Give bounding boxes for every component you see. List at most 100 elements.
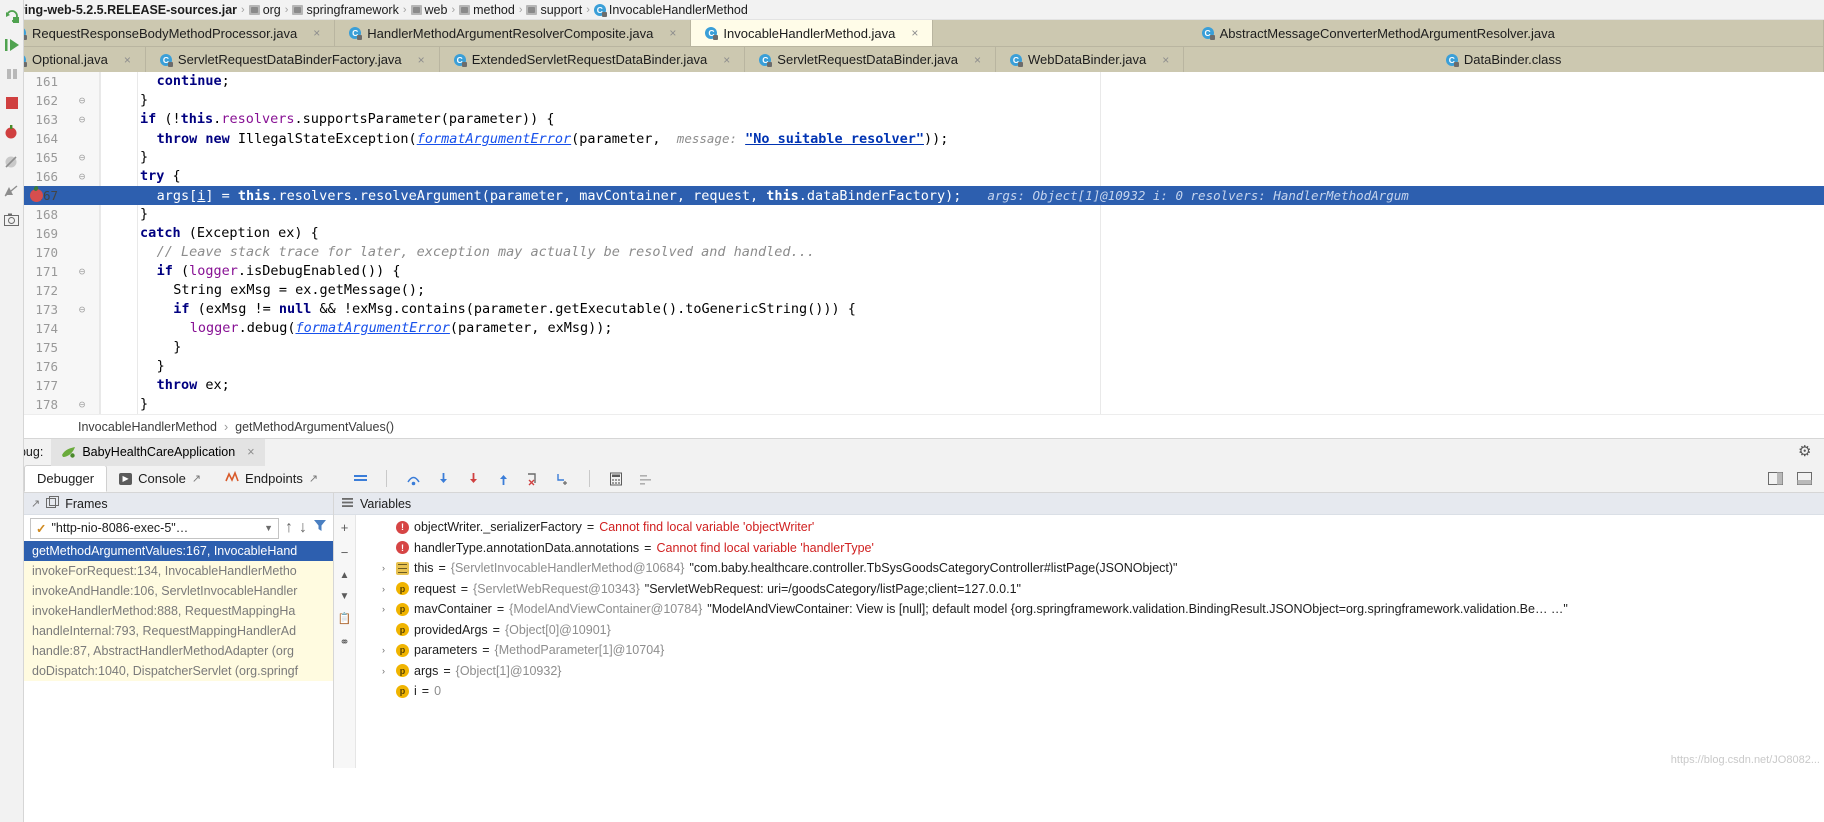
remove-watch-icon[interactable]: − (341, 545, 349, 560)
code-line[interactable]: 174logger.debug(formatArgumentError(para… (0, 319, 1824, 338)
breadcrumb-item-class[interactable]: C InvocableHandlerMethod (591, 3, 751, 17)
editor-tab[interactable]: CInvocableHandlerMethod.java× (691, 20, 933, 46)
step-out-icon[interactable] (495, 471, 511, 487)
expand-arrow-icon[interactable]: › (382, 640, 391, 661)
tab-close-icon[interactable]: × (313, 26, 320, 40)
tab-close-icon[interactable]: × (723, 53, 730, 67)
code-line[interactable]: 173⊖if (exMsg != null && !exMsg.contains… (0, 300, 1824, 319)
variable-row[interactable]: ›pargs={Object[1]@10932} (356, 661, 1824, 682)
expand-arrow-icon[interactable]: › (382, 579, 391, 600)
mute-breakpoints-icon[interactable] (4, 153, 20, 169)
frame-up-icon[interactable]: ↑ (285, 519, 293, 537)
expand-arrow-icon[interactable]: › (382, 661, 391, 682)
camera-icon[interactable] (4, 211, 20, 227)
code-editor[interactable]: 161continue;162⊖}163⊖if (!this.resolvers… (0, 72, 1824, 414)
code-fold-icon[interactable]: ⊖ (76, 167, 88, 186)
variable-row[interactable]: !objectWriter._serializerFactory=Cannot … (356, 517, 1824, 538)
code-fold-icon[interactable]: ⊖ (76, 148, 88, 167)
gear-icon[interactable]: ⚙ (1798, 444, 1814, 460)
variable-row[interactable]: pi=0 (356, 681, 1824, 702)
settings-icon[interactable] (638, 471, 654, 487)
editor-tab[interactable]: CServletRequestDataBinderFactory.java× (146, 47, 440, 72)
inspect-icon[interactable]: ⚭ (339, 635, 349, 649)
frame-list-item[interactable]: handleInternal:793, RequestMappingHandle… (24, 621, 333, 641)
tab-close-icon[interactable]: × (911, 26, 918, 40)
code-line[interactable]: 169catch (Exception ex) { (0, 224, 1824, 243)
tab-endpoints[interactable]: Endpoints ↗ (213, 465, 330, 492)
breakpoint-icon[interactable] (30, 189, 43, 202)
code-fold-icon[interactable]: ⊖ (76, 110, 88, 129)
pause-program-icon[interactable] (4, 66, 20, 82)
view-breakpoints-icon[interactable] (4, 124, 20, 140)
frame-list-item[interactable]: doDispatch:1040, DispatcherServlet (org.… (24, 661, 333, 681)
pin-icon[interactable]: ↗ (309, 472, 318, 485)
show-execution-point-icon[interactable] (352, 471, 368, 487)
drop-frame-icon[interactable] (525, 471, 541, 487)
breadcrumb-item-springframework[interactable]: springframework (289, 3, 401, 17)
resume-program-icon[interactable] (4, 37, 20, 53)
code-line[interactable]: 171⊖if (logger.isDebugEnabled()) { (0, 262, 1824, 281)
code-line[interactable]: 175} (0, 338, 1824, 357)
step-into-icon[interactable] (435, 471, 451, 487)
variable-row[interactable]: !handlerType.annotationData.annotations=… (356, 538, 1824, 559)
tab-console[interactable]: ▶ Console ↗ (107, 465, 213, 492)
code-fold-icon[interactable]: ⊖ (76, 395, 88, 414)
breadcrumb-item-method[interactable]: method (456, 3, 518, 17)
breadcrumb-item-web[interactable]: web (408, 3, 451, 17)
run-configuration-chip[interactable]: BabyHealthCareApplication × (51, 439, 264, 466)
chevron-down-icon[interactable]: ▼ (264, 523, 273, 533)
code-line[interactable]: 165⊖} (0, 148, 1824, 167)
code-fold-icon[interactable]: ⊖ (76, 300, 88, 319)
pin-icon[interactable]: ↗ (31, 497, 40, 510)
editor-breadcrumb-class[interactable]: InvocableHandlerMethod (78, 420, 217, 434)
frame-list-item[interactable]: handle:87, AbstractHandlerMethodAdapter … (24, 641, 333, 661)
thread-dropdown[interactable]: ✓ "http-nio-8086-exec-5"… ▼ (30, 518, 279, 539)
tab-debugger[interactable]: Debugger (24, 465, 107, 492)
pin-icon[interactable]: ↗ (192, 472, 201, 485)
move-up-icon[interactable]: ▲ (340, 570, 350, 581)
breadcrumb-jar[interactable]: spring-web-5.2.5.RELEASE-sources.jar (2, 3, 240, 17)
tab-close-icon[interactable]: × (418, 53, 425, 67)
code-line[interactable]: 168} (0, 205, 1824, 224)
code-line[interactable]: 166⊖try { (0, 167, 1824, 186)
variables-list[interactable]: !objectWriter._serializerFactory=Cannot … (356, 515, 1824, 768)
variable-row[interactable]: ›pmavContainer={ModelAndViewContainer@10… (356, 599, 1824, 620)
settings-gear-icon[interactable] (4, 182, 20, 198)
run-to-cursor-icon[interactable] (555, 471, 571, 487)
frame-list-item[interactable]: getMethodArgumentValues:167, InvocableHa… (24, 541, 333, 561)
code-line[interactable]: 163⊖if (!this.resolvers.supportsParamete… (0, 110, 1824, 129)
editor-tab[interactable]: CAbstractMessageConverterMethodArgumentR… (933, 20, 1824, 46)
code-line[interactable]: 177throw ex; (0, 376, 1824, 395)
editor-breadcrumb-method[interactable]: getMethodArgumentValues() (235, 420, 394, 434)
tab-close-icon[interactable]: × (1162, 53, 1169, 67)
code-line[interactable]: 176} (0, 357, 1824, 376)
editor-tab[interactable]: CExtendedServletRequestDataBinder.java× (440, 47, 746, 72)
code-line[interactable]: 161continue; (0, 72, 1824, 91)
close-icon[interactable]: × (247, 445, 254, 459)
editor-tab[interactable]: CWebDataBinder.java× (996, 47, 1184, 72)
code-lines[interactable]: 161continue;162⊖}163⊖if (!this.resolvers… (0, 72, 1824, 414)
copy-value-icon[interactable]: 📋 (338, 612, 352, 625)
breadcrumb-item-support[interactable]: support (523, 3, 585, 17)
frames-list[interactable]: getMethodArgumentValues:167, InvocableHa… (24, 541, 333, 681)
step-over-icon[interactable] (405, 471, 421, 487)
tab-close-icon[interactable]: × (124, 53, 131, 67)
frame-list-item[interactable]: invokeAndHandle:106, ServletInvocableHan… (24, 581, 333, 601)
variable-row[interactable]: ›pparameters={MethodParameter[1]@10704} (356, 640, 1824, 661)
code-line[interactable]: 178⊖} (0, 395, 1824, 414)
calculator-icon[interactable] (608, 471, 624, 487)
editor-tab[interactable]: CHandlerMethodArgumentResolverComposite.… (335, 20, 691, 46)
rerun-icon[interactable] (4, 8, 20, 24)
frame-down-icon[interactable]: ↓ (299, 519, 307, 537)
breadcrumb-item-org[interactable]: org (246, 3, 284, 17)
stop-icon[interactable] (4, 95, 20, 111)
editor-tab[interactable]: CServletRequestDataBinder.java× (745, 47, 996, 72)
restore-layout-icon[interactable] (1796, 471, 1812, 487)
frame-list-item[interactable]: invokeForRequest:134, InvocableHandlerMe… (24, 561, 333, 581)
code-fold-icon[interactable]: ⊖ (76, 91, 88, 110)
filter-icon[interactable] (313, 519, 327, 537)
move-down-icon[interactable]: ▼ (340, 591, 350, 602)
editor-tab[interactable]: CRequestResponseBodyMethodProcessor.java… (0, 20, 335, 46)
expand-arrow-icon[interactable]: › (382, 558, 391, 579)
code-line[interactable]: 164throw new IllegalStateException(forma… (0, 129, 1824, 148)
